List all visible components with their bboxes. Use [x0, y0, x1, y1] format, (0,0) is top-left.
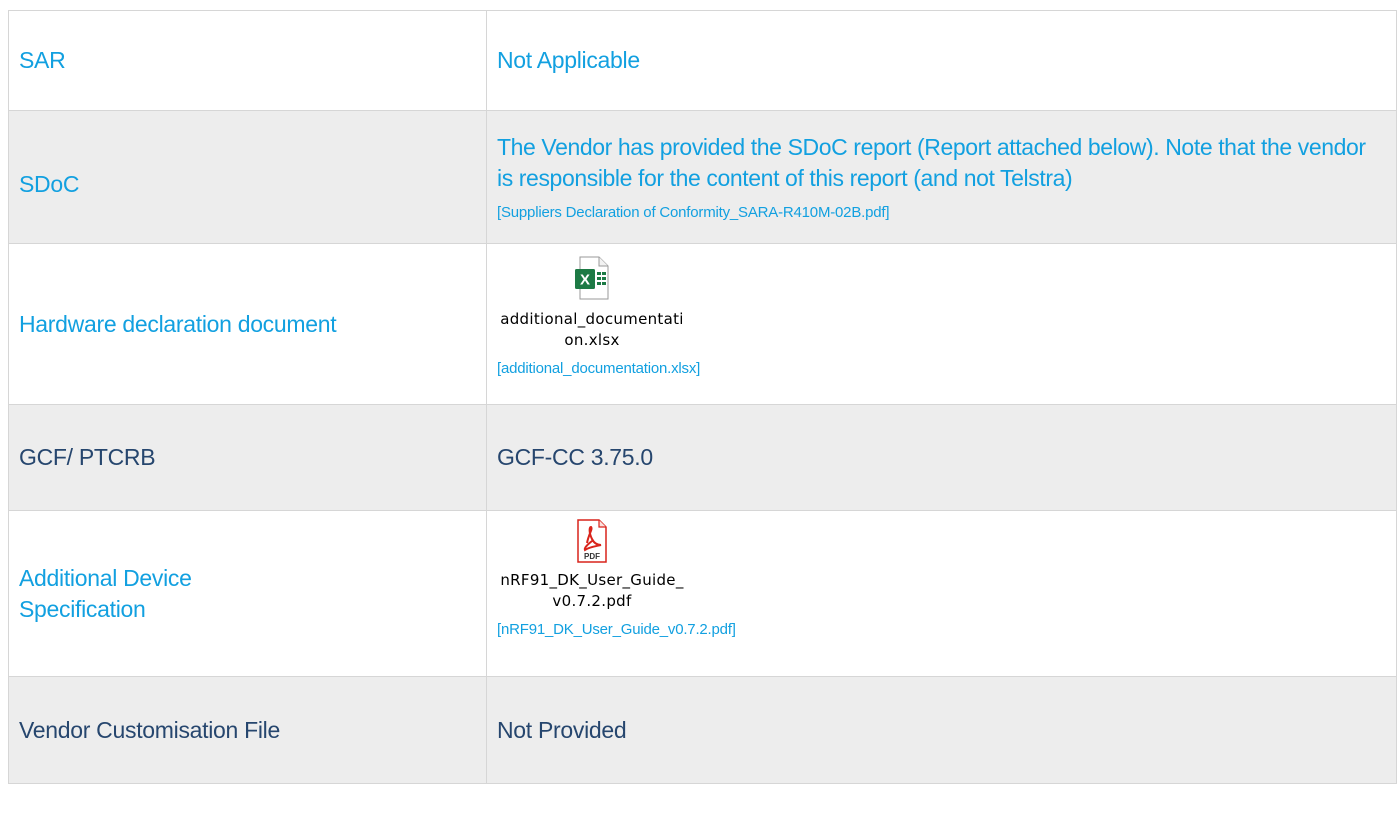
row-value-sar: Not Applicable: [497, 47, 640, 73]
pdf-file-icon: PDF: [575, 519, 609, 563]
label-cell: Hardware declaration document: [8, 243, 487, 405]
table-row-sdoc: SDoC The Vendor has provided the SDoC re…: [8, 110, 1397, 244]
excel-file-icon: X: [575, 256, 609, 300]
value-cell: Not Provided: [486, 676, 1397, 784]
row-label-hardware-declaration: Hardware declaration document: [19, 310, 337, 337]
table-row-sar: SAR Not Applicable: [8, 10, 1397, 111]
value-cell: Not Applicable: [486, 10, 1397, 111]
attachment-pdf[interactable]: PDF nRF91_DK_User_Guide_v0.7.2.pdf: [497, 519, 687, 612]
row-label-additional-spec: Additional Device Specification: [19, 564, 192, 622]
svg-text:X: X: [580, 272, 590, 289]
row-label-vendor-customisation: Vendor Customisation File: [19, 716, 280, 743]
attachment-filename: nRF91_DK_User_Guide_v0.7.2.pdf: [500, 571, 684, 610]
row-value-sdoc: The Vendor has provided the SDoC report …: [497, 133, 1366, 191]
pdf-link[interactable]: [nRF91_DK_User_Guide_v0.7.2.pdf]: [497, 620, 736, 640]
label-cell: SAR: [8, 10, 487, 111]
value-cell: GCF-CC 3.75.0: [486, 404, 1397, 511]
label-cell: SDoC: [8, 110, 487, 244]
value-cell: PDF nRF91_DK_User_Guide_v0.7.2.pdf [nRF9…: [486, 510, 1397, 677]
table-row-hardware-declaration: Hardware declaration document X addition…: [8, 243, 1397, 405]
row-value-gcf-ptcrb: GCF-CC 3.75.0: [497, 444, 653, 470]
row-value-vendor-customisation: Not Provided: [497, 716, 627, 743]
table-row-gcf-ptcrb: GCF/ PTCRB GCF-CC 3.75.0: [8, 404, 1397, 511]
value-cell: X additional_documentation.xlsx [additio…: [486, 243, 1397, 405]
label-cell: GCF/ PTCRB: [8, 404, 487, 511]
label-cell: Vendor Customisation File: [8, 676, 487, 784]
sdoc-report-link[interactable]: [Suppliers Declaration of Conformity_SAR…: [497, 203, 890, 223]
xlsx-link[interactable]: [additional_documentation.xlsx]: [497, 359, 700, 379]
row-label-gcf-ptcrb: GCF/ PTCRB: [19, 444, 156, 470]
table-row-vendor-customisation: Vendor Customisation File Not Provided: [8, 676, 1397, 784]
attachment-filename: additional_documentation.xlsx: [500, 310, 684, 349]
row-label-sdoc: SDoC: [19, 170, 80, 197]
svg-text:PDF: PDF: [584, 552, 600, 561]
row-label-sar: SAR: [19, 47, 66, 73]
attachment-xlsx[interactable]: X additional_documentation.xlsx: [497, 256, 687, 351]
label-cell: Additional Device Specification: [8, 510, 487, 677]
device-info-table: SAR Not Applicable SDoC The Vendor has p…: [8, 10, 1397, 784]
value-cell: The Vendor has provided the SDoC report …: [486, 110, 1397, 244]
table-row-additional-spec: Additional Device Specification PDF nRF9…: [8, 510, 1397, 677]
